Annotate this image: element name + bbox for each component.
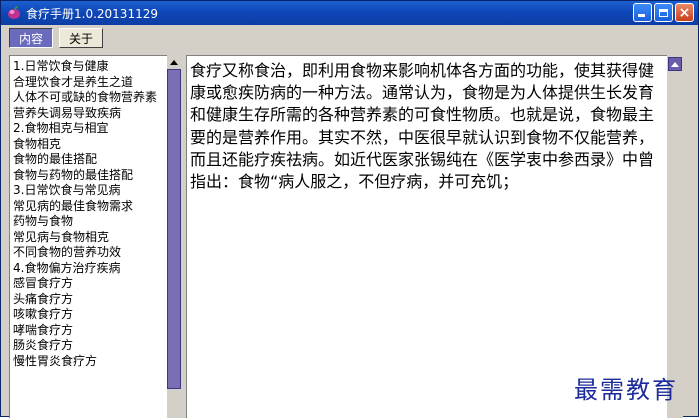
- title-bar[interactable]: 食疗手册1.0.20131129 ×: [1, 1, 698, 25]
- window-controls: ×: [633, 3, 694, 22]
- sidebar-item[interactable]: 常见病的最佳食物需求: [13, 199, 167, 215]
- sidebar-item[interactable]: 合理饮食才是养生之道: [13, 75, 167, 91]
- topic-list-scrollbar[interactable]: [167, 55, 181, 418]
- sidebar-item[interactable]: 慢性胃炎食疗方: [13, 354, 167, 370]
- scroll-up-icon: [671, 61, 679, 67]
- topic-list-pane: 1.日常饮食与健康 合理饮食才是养生之道 人体不可或缺的食物营养素 营养失调易导致疾病…: [9, 55, 167, 418]
- sidebar-item[interactable]: 肠炎食疗方: [13, 338, 167, 354]
- scroll-up-icon: [170, 59, 178, 65]
- sidebar-item[interactable]: 感冒食疗方: [13, 276, 167, 292]
- sidebar-item[interactable]: 咳嗽食疗方: [13, 307, 167, 323]
- sidebar-item[interactable]: 1.日常饮食与健康: [13, 59, 167, 75]
- sidebar-item[interactable]: 常见病与食物相克: [13, 230, 167, 246]
- maximize-icon: [659, 8, 668, 17]
- topic-list-scroll-thumb[interactable]: [167, 69, 181, 389]
- sidebar-item[interactable]: 食物与药物的最佳搭配: [13, 168, 167, 184]
- minimize-button[interactable]: [633, 3, 652, 22]
- close-button[interactable]: ×: [675, 3, 694, 22]
- tab-content[interactable]: 内容: [9, 28, 53, 48]
- topic-list: 1.日常饮食与健康 合理饮食才是养生之道 人体不可或缺的食物营养素 营养失调易导致疾病…: [10, 56, 167, 369]
- sidebar-item[interactable]: 4.食物偏方治疗疾病: [13, 261, 167, 277]
- app-icon: [8, 6, 20, 19]
- article-scroll-up-button[interactable]: [668, 57, 682, 71]
- sidebar-item[interactable]: 食物的最佳搭配: [13, 152, 167, 168]
- sidebar-item[interactable]: 药物与食物: [13, 214, 167, 230]
- sidebar-item[interactable]: 头痛食疗方: [13, 292, 167, 308]
- window-title: 食疗手册1.0.20131129: [26, 6, 158, 21]
- sidebar-item[interactable]: 食物相克: [13, 137, 167, 153]
- sidebar-item[interactable]: 2.食物相克与相宜: [13, 121, 167, 137]
- watermark: 最需教育: [574, 376, 678, 404]
- article-pane: 食疗又称食治，即利用食物来影响机体各方面的功能，使其获得健康或愈疾防病的一种方法…: [186, 55, 667, 418]
- maximize-button[interactable]: [654, 3, 673, 22]
- sidebar-item[interactable]: 营养失调易导致疾病: [13, 106, 167, 122]
- article-text: 食疗又称食治，即利用食物来影响机体各方面的功能，使其获得健康或愈疾防病的一种方法…: [190, 61, 655, 192]
- tab-about[interactable]: 关于: [59, 28, 103, 48]
- minimize-icon: [638, 14, 645, 17]
- app-window: 食疗手册1.0.20131129 × 内容 关于 1.日常饮食与健康 合理饮食才是…: [0, 0, 699, 418]
- sidebar-item[interactable]: 3.日常饮食与常见病: [13, 183, 167, 199]
- sidebar-item[interactable]: 人体不可或缺的食物营养素: [13, 90, 167, 106]
- sidebar-item[interactable]: 哮喘食疗方: [13, 323, 167, 339]
- toolbar: 内容 关于: [1, 25, 698, 50]
- sidebar-item[interactable]: 不同食物的营养功效: [13, 245, 167, 261]
- topic-list-scroll-up-button[interactable]: [167, 55, 181, 69]
- close-icon: ×: [678, 4, 691, 21]
- article-scrollbar[interactable]: [667, 55, 683, 418]
